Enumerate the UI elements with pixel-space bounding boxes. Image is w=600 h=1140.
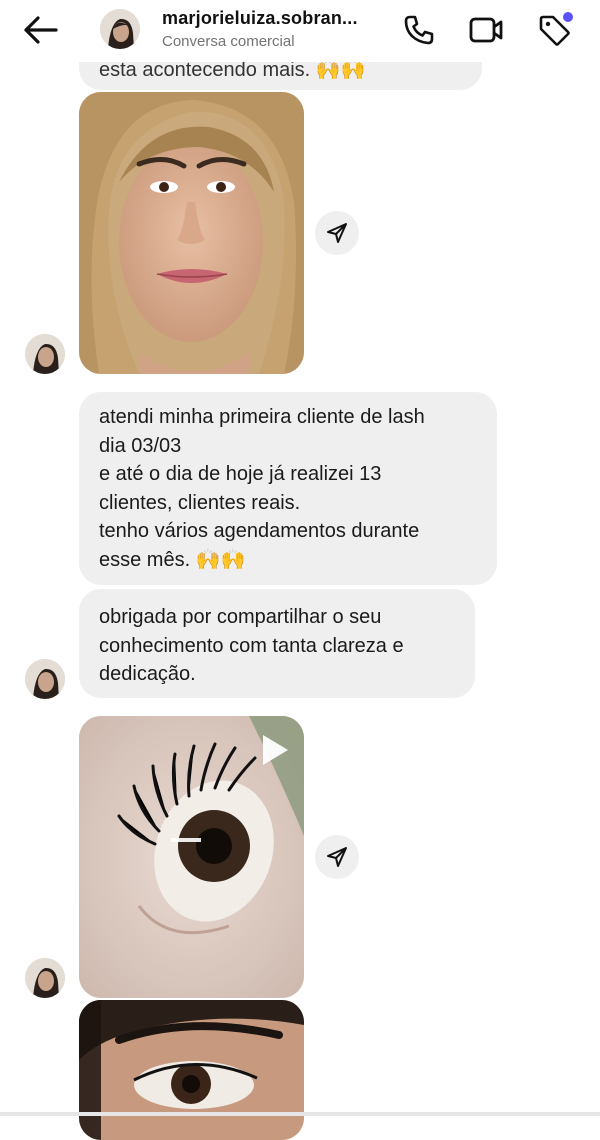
- chat-header: marjorieluiza.sobran... Conversa comerci…: [0, 0, 600, 62]
- photo-message[interactable]: [79, 1000, 304, 1140]
- play-icon[interactable]: [260, 733, 290, 767]
- paper-plane-icon: [327, 847, 347, 867]
- bottom-divider: [0, 1112, 600, 1116]
- message-line: clientes, clientes reais.: [99, 491, 301, 514]
- photo-message[interactable]: [79, 92, 304, 374]
- video-camera-icon[interactable]: [468, 12, 504, 48]
- contact-avatar[interactable]: [100, 9, 140, 49]
- message-line: conhecimento com tanta clareza e: [99, 634, 404, 657]
- message-bubble[interactable]: obrigada por compartilhar o seu conhecim…: [79, 589, 475, 698]
- sender-avatar[interactable]: [25, 958, 65, 998]
- conversation-type: Conversa comercial: [162, 33, 295, 50]
- share-button[interactable]: [315, 211, 359, 255]
- share-button[interactable]: [315, 835, 359, 879]
- message-line: esse mês. 🙌🙌: [99, 548, 246, 571]
- contact-name[interactable]: marjorieluiza.sobran...: [162, 8, 358, 29]
- arrow-left-icon[interactable]: [18, 12, 62, 48]
- message-line: atendi minha primeira cliente de lash: [99, 406, 425, 428]
- sender-avatar[interactable]: [25, 659, 65, 699]
- message-line: dedicação.: [99, 663, 196, 686]
- phone-icon[interactable]: [401, 12, 437, 48]
- message-bubble[interactable]: atendi minha primeira cliente de lash di…: [79, 392, 497, 585]
- video-message[interactable]: [79, 716, 304, 998]
- message-line: e até o dia de hoje já realizei 13: [99, 463, 382, 486]
- sender-avatar[interactable]: [25, 334, 65, 374]
- portrait-photo: [79, 92, 304, 374]
- paper-plane-icon: [327, 223, 347, 243]
- message-line: dia 03/03: [99, 434, 182, 457]
- eyebrow-photo: [79, 1000, 304, 1140]
- message-line: obrigada por compartilhar o seu: [99, 606, 382, 628]
- message-line: tenho vários agendamentos durante: [99, 520, 420, 543]
- notification-dot: [563, 12, 573, 22]
